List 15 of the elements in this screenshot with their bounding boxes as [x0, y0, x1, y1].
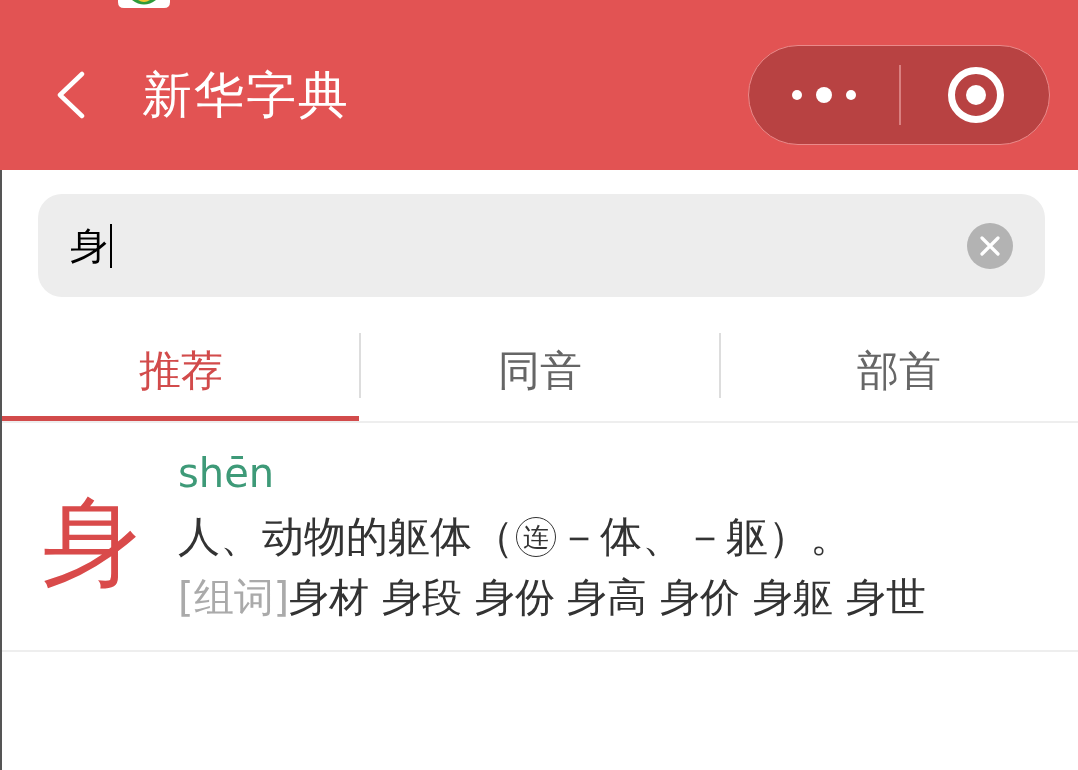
more-icon [792, 86, 856, 104]
clear-icon [980, 235, 1000, 256]
word-list: [组词]身材 身段 身份 身高 身价 身躯 身世 [178, 568, 926, 625]
search-field[interactable]: 身 [38, 194, 1045, 297]
text-cursor [110, 223, 112, 268]
entry-character: 身 [42, 483, 141, 591]
search-text: 身 [70, 226, 108, 265]
tab[interactable]: 部首 [720, 333, 1078, 421]
pinyin-text: shēn [178, 448, 275, 497]
target-icon [948, 67, 1004, 123]
tab[interactable]: 同音 [361, 333, 719, 421]
page-title: 新华字典 [142, 70, 350, 120]
app-icon [118, 0, 170, 8]
definition-text: 人、动物的躯体（ 连 －体、－躯）。 [178, 510, 852, 563]
tab[interactable]: 推荐 [2, 333, 360, 421]
